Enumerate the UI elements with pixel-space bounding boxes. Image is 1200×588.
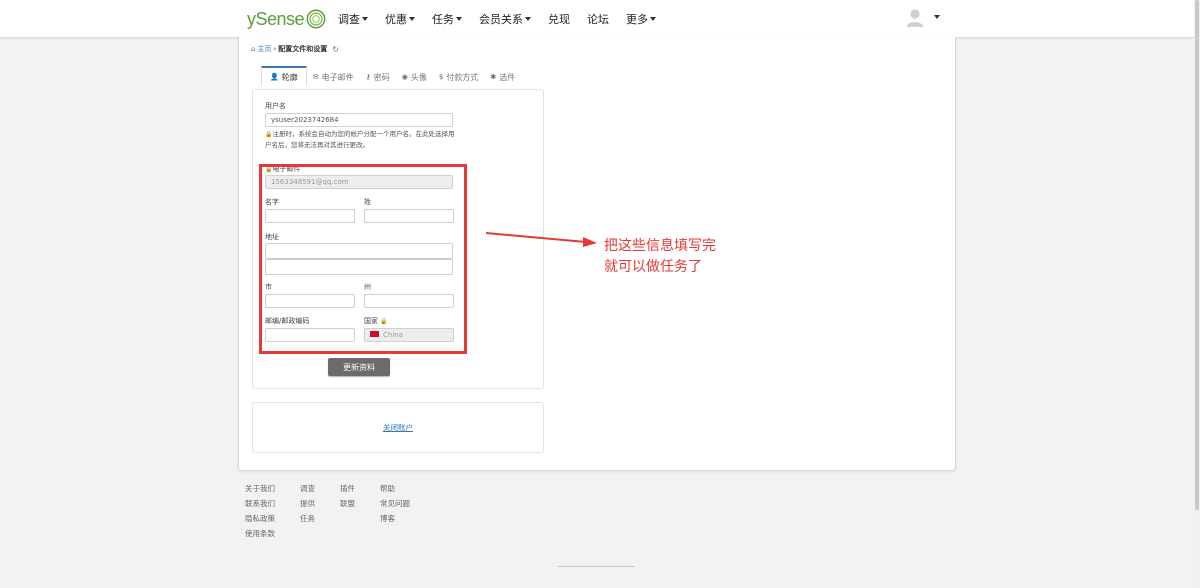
close-account-link[interactable]: 关闭账户 [383, 422, 413, 433]
address-line2-field[interactable] [265, 259, 453, 275]
china-flag-icon [370, 331, 379, 337]
tab-payment-methods[interactable]: $ 付款方式 [433, 67, 484, 87]
footer-link-blog[interactable]: 博客 [380, 514, 410, 529]
footer-link-faq[interactable]: 常见问题 [380, 499, 410, 514]
home-icon: ⌂ [251, 45, 256, 53]
envelope-icon: ✉ [312, 73, 319, 81]
state-label: 州 [364, 283, 371, 291]
nav-item-offers[interactable]: 优惠 [385, 11, 415, 27]
footer-column-tools: 插件 联盟 [340, 484, 355, 514]
nav-item-surveys[interactable]: 调查 [338, 11, 368, 27]
tab-label: 轮廓 [281, 72, 298, 82]
dollar-icon: $ [438, 73, 444, 81]
avatar-icon [906, 9, 924, 27]
ysense-logo[interactable]: ySense [247, 6, 327, 32]
tab-profile[interactable]: 👤 轮廓 [261, 66, 307, 87]
footer-link-addon[interactable]: 插件 [340, 484, 355, 499]
caret-down-icon [525, 17, 531, 21]
first-name-label: 名字 [265, 198, 279, 206]
footer-link-surveys[interactable]: 调查 [300, 484, 315, 499]
close-account-panel: 关闭账户 [252, 402, 544, 453]
footer-link-offers[interactable]: 提供 [300, 499, 315, 514]
city-field[interactable] [265, 294, 355, 308]
footer-link-contact[interactable]: 联系我们 [245, 499, 275, 514]
caret-down-icon [650, 17, 656, 21]
footer-link-help[interactable]: 帮助 [380, 484, 410, 499]
user-menu[interactable] [904, 6, 940, 28]
nav-item-more[interactable]: 更多 [626, 11, 656, 27]
tab-options[interactable]: ✱ 选件 [484, 67, 521, 87]
tab-avatar[interactable]: ◉ 头像 [396, 67, 433, 87]
caret-down-icon [456, 17, 462, 21]
main-container: ⌂ 主页 › 配置文件和设置 ↻ 👤 轮廓 ✉ 电子邮件 ⚷ 密码 ◉ 头像 $… [238, 37, 956, 471]
gear-icon: ✱ [490, 73, 497, 81]
tab-label: 密码 [373, 72, 390, 82]
top-navbar: ySense 调查 优惠 任务 会员关系 兑现 论坛 更多 [0, 0, 1194, 38]
footer-divider [558, 566, 635, 567]
address-label: 地址 [265, 233, 279, 241]
city-label: 市 [265, 283, 272, 291]
nav-item-cashout[interactable]: 兑现 [548, 11, 570, 27]
zip-field[interactable] [265, 328, 355, 342]
username-field[interactable]: ysuser2023742684 [265, 113, 453, 127]
username-label: 用户名 [265, 102, 286, 110]
key-icon: ⚷ [365, 73, 371, 81]
annotation-text: 把这些信息填写完 就可以做任务了 [604, 236, 716, 278]
annotation-arrow-icon [485, 232, 597, 247]
refresh-icon[interactable]: ↻ [332, 45, 339, 54]
footer-link-privacy[interactable]: 隐私政策 [245, 514, 275, 529]
first-name-field[interactable] [265, 209, 355, 223]
breadcrumb-home-link[interactable]: 主页 [257, 44, 271, 54]
scrollbar-thumb[interactable] [1195, 0, 1199, 510]
logo-text: ySense [247, 8, 305, 29]
caret-down-icon [934, 15, 940, 19]
user-icon: 👤 [270, 73, 279, 81]
annotation-line-2: 就可以做任务了 [604, 259, 702, 275]
footer-link-tasks[interactable]: 任务 [300, 514, 315, 529]
caret-down-icon [409, 17, 415, 21]
nav-item-affiliates[interactable]: 会员关系 [479, 11, 531, 27]
footer-column-company: 关于我们 联系我们 隐私政策 使用条款 [245, 484, 275, 544]
tab-password[interactable]: ⚷ 密码 [360, 67, 396, 87]
last-name-field[interactable] [364, 209, 454, 223]
last-name-label: 姓 [364, 198, 371, 206]
page-scrollbar[interactable] [1194, 0, 1200, 588]
email-field: 1563348591@qq.com [265, 175, 453, 189]
address-line1-field[interactable] [265, 243, 453, 259]
tab-email[interactable]: ✉ 电子邮件 [307, 67, 360, 87]
state-field[interactable] [364, 294, 454, 308]
user-circle-icon: ◉ [401, 73, 408, 81]
logo-ring-icon [306, 9, 326, 29]
country-field: China [364, 328, 454, 342]
country-label: 国家 🔒 [364, 317, 388, 325]
profile-tabs: 👤 轮廓 ✉ 电子邮件 ⚷ 密码 ◉ 头像 $ 付款方式 ✱ 选件 [261, 66, 521, 87]
lock-icon: 🔒 [380, 318, 388, 325]
footer-link-about[interactable]: 关于我们 [245, 484, 275, 499]
footer-column-earn: 调查 提供 任务 [300, 484, 315, 529]
nav-item-tasks[interactable]: 任务 [432, 11, 462, 27]
caret-down-icon [362, 17, 368, 21]
annotation-line-1: 把这些信息填写完 [604, 238, 716, 254]
tab-label: 头像 [410, 72, 427, 82]
breadcrumb-separator: › [273, 45, 277, 53]
email-label: 🔒电子邮件 [265, 165, 301, 173]
footer-link-terms[interactable]: 使用条款 [245, 529, 275, 544]
tab-label: 付款方式 [446, 72, 479, 82]
main-nav: 调查 优惠 任务 会员关系 兑现 论坛 更多 [338, 0, 673, 38]
footer-link-affiliates[interactable]: 联盟 [340, 499, 355, 514]
nav-item-forum[interactable]: 论坛 [587, 11, 609, 27]
breadcrumb: ⌂ 主页 › 配置文件和设置 ↻ [251, 44, 339, 54]
username-help-text: 🔒注册时，系统会自动为您的帐户分配一个用户名。在此处选择用户名后，您将无法再对其… [265, 130, 455, 149]
update-profile-button[interactable]: 更新资料 [328, 358, 390, 376]
zip-label: 邮编/邮政编码 [265, 317, 310, 325]
tab-label: 选件 [499, 72, 516, 82]
breadcrumb-current: 配置文件和设置 [278, 45, 328, 53]
footer-column-support: 帮助 常见问题 博客 [380, 484, 410, 529]
tab-label: 电子邮件 [321, 72, 354, 82]
